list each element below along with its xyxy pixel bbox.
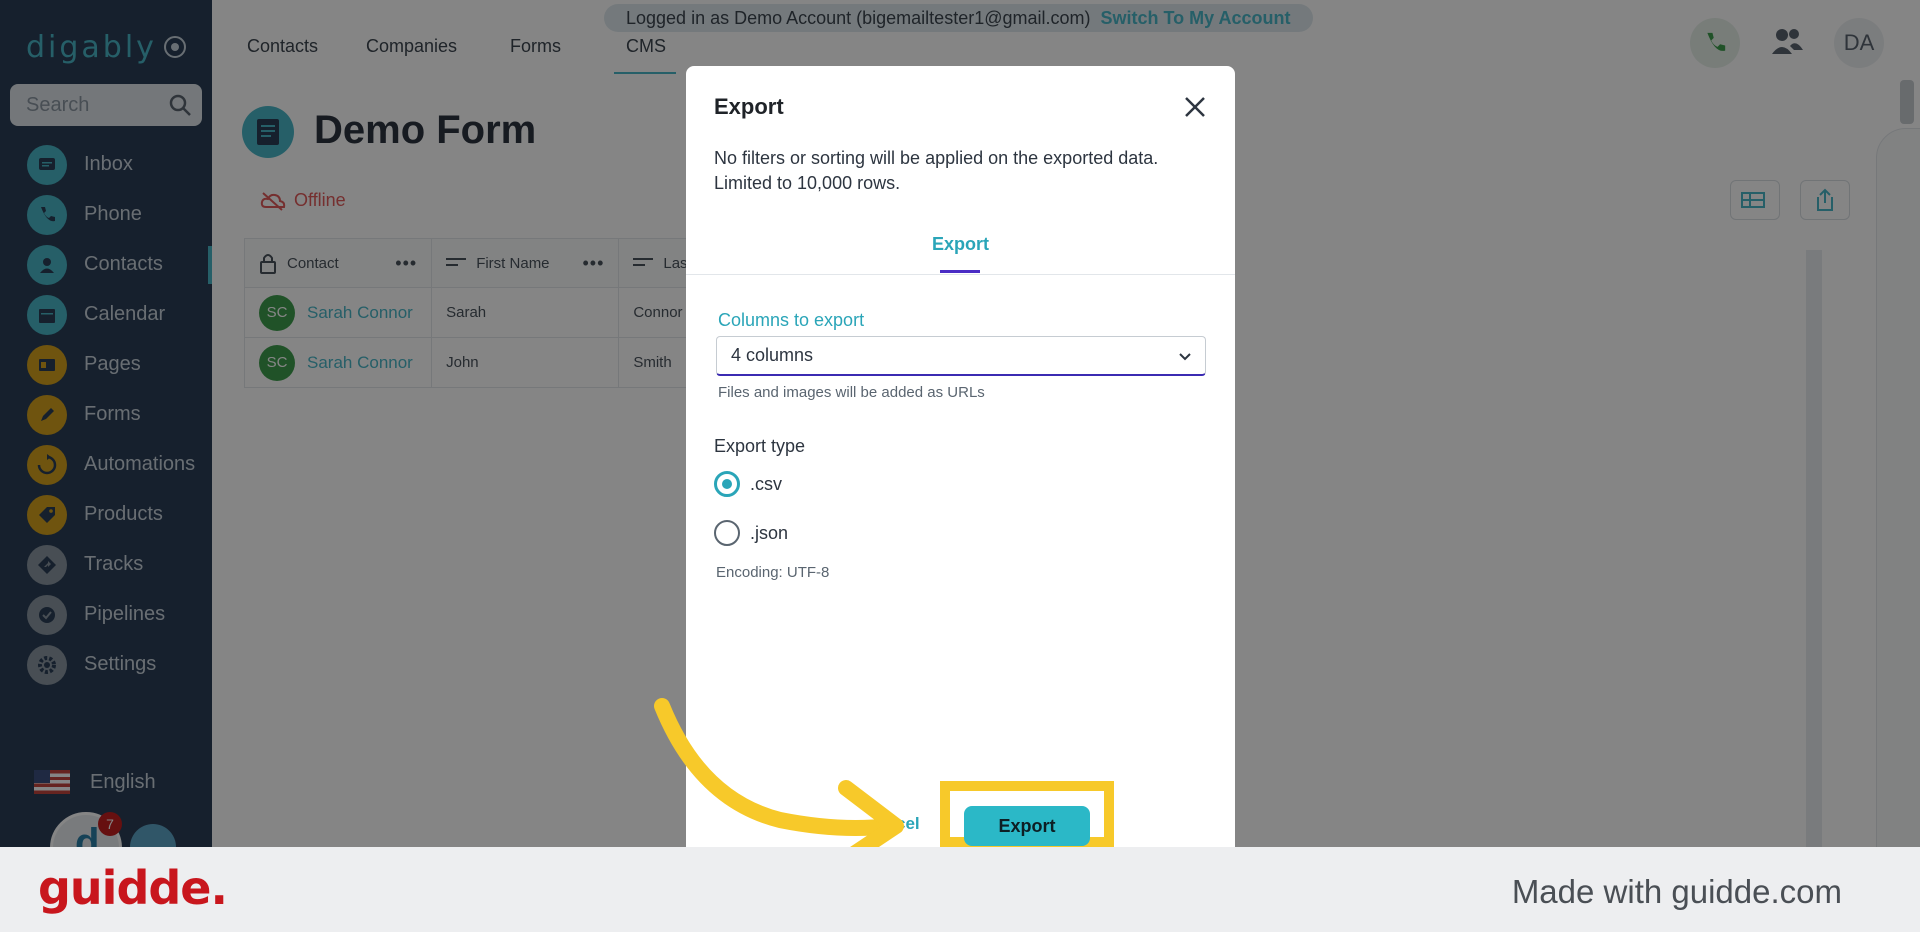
- columns-helper-text: Files and images will be added as URLs: [718, 384, 985, 401]
- active-tab-indicator: [940, 270, 980, 273]
- export-button[interactable]: Export: [964, 806, 1090, 846]
- radio-label: .csv: [750, 473, 783, 494]
- made-with-text: Made with guidde.com: [1511, 873, 1842, 910]
- radio-button-json[interactable]: [714, 520, 740, 546]
- guidde-logo: guidde.: [38, 861, 228, 915]
- chevron-down-icon: [1179, 353, 1191, 361]
- tab-export[interactable]: Export: [932, 234, 989, 255]
- radio-option-json[interactable]: .json: [714, 520, 788, 546]
- dialog-title: Export: [714, 94, 784, 119]
- tutorial-arrow-icon: [654, 698, 904, 850]
- columns-label: Columns to export: [718, 310, 865, 330]
- dialog-description: No filters or sorting will be applied on…: [714, 146, 1214, 196]
- encoding-text: Encoding: UTF-8: [716, 564, 830, 581]
- columns-select[interactable]: 4 columns: [716, 336, 1206, 376]
- close-icon[interactable]: [1182, 94, 1208, 120]
- radio-button-csv[interactable]: [714, 471, 740, 497]
- radio-label: .json: [750, 522, 789, 543]
- description-line: Limited to 10,000 rows.: [714, 173, 901, 193]
- description-line: No filters or sorting will be applied on…: [714, 148, 1159, 168]
- divider: [686, 274, 1235, 275]
- export-type-label: Export type: [714, 436, 806, 456]
- radio-option-csv[interactable]: .csv: [714, 471, 782, 497]
- columns-select-value: 4 columns: [731, 345, 814, 365]
- guidde-footer: guidde. Made with guidde.com: [0, 847, 1920, 932]
